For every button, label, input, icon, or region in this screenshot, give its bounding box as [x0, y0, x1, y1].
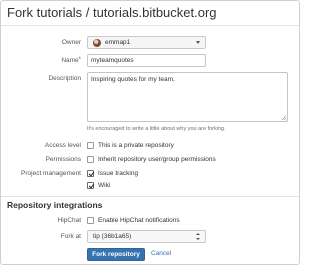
- private-repo-option: This is a private repository: [98, 142, 174, 149]
- fork-at-value: tip (36b1a65): [93, 233, 132, 240]
- name-label: Name*: [5, 57, 81, 64]
- description-textarea[interactable]: Inspiring quotes for my team.: [87, 72, 288, 122]
- owner-label: Owner: [61, 39, 81, 46]
- chevron-down-icon: [196, 41, 200, 44]
- name-input[interactable]: myteamquotes: [87, 54, 206, 67]
- issue-tracking-option: Issue tracking: [98, 170, 139, 177]
- owner-value: emmap1: [105, 39, 131, 46]
- permissions-label: Permissions: [45, 156, 81, 163]
- hipchat-option: Enable HipChat notifications: [98, 217, 180, 224]
- fork-repository-button[interactable]: Fork repository: [87, 248, 145, 261]
- hipchat-label: HipChat: [57, 217, 81, 224]
- section-divider: [1, 196, 301, 197]
- inherit-permissions-checkbox[interactable]: [87, 156, 94, 163]
- access-level-label: Access level: [44, 142, 81, 149]
- project-management-label: Project management: [21, 170, 81, 177]
- fork-at-select[interactable]: tip (36b1a65): [87, 230, 206, 243]
- wiki-checkbox[interactable]: [87, 182, 94, 189]
- inherit-permissions-option: Inherit repository user/group permission…: [98, 156, 216, 163]
- page-title: Fork tutorials / tutorials.bitbucket.org: [7, 5, 217, 20]
- fork-at-label: Fork at: [60, 233, 81, 240]
- owner-select[interactable]: emmap1: [87, 36, 206, 49]
- integrations-heading: Repository integrations: [7, 200, 103, 210]
- name-label-text: Name: [61, 57, 79, 64]
- updown-icon: [196, 233, 201, 240]
- description-label: Description: [48, 75, 81, 82]
- hipchat-checkbox[interactable]: [87, 217, 94, 224]
- wiki-option: Wiki: [98, 182, 111, 189]
- description-hint: It's encouraged to write a little about …: [87, 126, 226, 132]
- title-divider: [1, 25, 301, 26]
- private-repo-checkbox[interactable]: [87, 142, 94, 149]
- description-value: Inspiring quotes for my team.: [91, 76, 175, 83]
- fork-dialog: Fork tutorials / tutorials.bitbucket.org…: [0, 0, 301, 265]
- resize-handle[interactable]: [281, 115, 286, 120]
- avatar: [93, 39, 101, 47]
- issue-tracking-checkbox[interactable]: [87, 170, 94, 177]
- required-marker: *: [78, 57, 81, 63]
- cancel-link[interactable]: Cancel: [151, 250, 171, 257]
